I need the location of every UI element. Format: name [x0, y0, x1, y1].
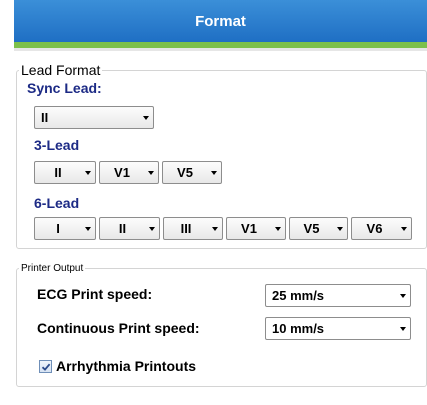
ecg-print-speed-dropdown[interactable]: 25 mm/s: [265, 284, 411, 307]
chevron-down-icon: [81, 171, 95, 175]
six-lead-value-4: V1: [241, 221, 257, 236]
six-lead-value-5: V5: [303, 221, 320, 236]
six-lead-dropdown-6[interactable]: V6: [351, 217, 412, 240]
checkmark-icon: [41, 363, 50, 371]
ecg-print-speed-label: ECG Print speed:: [37, 286, 153, 302]
chevron-down-icon: [81, 227, 95, 231]
arrhythmia-printouts-label[interactable]: Arrhythmia Printouts: [56, 358, 196, 374]
chevron-down-icon: [144, 171, 158, 175]
chevron-down-icon: [396, 327, 410, 331]
title-bar: Format: [14, 0, 427, 42]
three-lead-dropdown-2[interactable]: V1: [99, 161, 159, 184]
chevron-down-icon: [207, 171, 221, 175]
chevron-down-icon: [208, 227, 222, 231]
arrhythmia-printouts-checkbox[interactable]: [39, 360, 52, 373]
six-lead-label: 6-Lead: [34, 195, 80, 211]
sync-lead-value: II: [41, 110, 49, 125]
six-lead-value-1: I: [56, 221, 60, 236]
six-lead-dropdown-2[interactable]: II: [99, 217, 160, 240]
lead-format-legend: Lead Format: [21, 62, 101, 78]
three-lead-dropdown-3[interactable]: V5: [162, 161, 222, 184]
chevron-down-icon: [139, 116, 153, 120]
chevron-down-icon: [333, 227, 347, 231]
chevron-down-icon: [396, 294, 410, 298]
continuous-print-speed-label: Continuous Print speed:: [37, 320, 200, 336]
three-lead-value-3: V5: [177, 165, 193, 180]
sync-lead-dropdown[interactable]: II: [34, 106, 154, 129]
six-lead-value-6: V6: [366, 221, 383, 236]
continuous-print-speed-value: 10 mm/s: [272, 321, 325, 336]
three-lead-value-2: V1: [114, 165, 130, 180]
chevron-down-icon: [271, 227, 285, 231]
six-lead-dropdown-3[interactable]: III: [163, 217, 223, 240]
six-lead-value-2: II: [118, 221, 127, 236]
three-lead-value-1: II: [54, 165, 62, 180]
sync-lead-label: Sync Lead:: [27, 80, 102, 96]
printer-output-legend: Printer Output: [21, 263, 84, 274]
accent-divider: [14, 48, 427, 51]
six-lead-dropdown-1[interactable]: I: [34, 217, 96, 240]
page-title: Format: [195, 12, 246, 30]
three-lead-dropdown-1[interactable]: II: [34, 161, 96, 184]
chevron-down-icon: [145, 227, 159, 231]
six-lead-dropdown-5[interactable]: V5: [289, 217, 348, 240]
six-lead-dropdown-4[interactable]: V1: [226, 217, 286, 240]
chevron-down-icon: [397, 227, 411, 231]
continuous-print-speed-dropdown[interactable]: 10 mm/s: [265, 317, 411, 340]
three-lead-label: 3-Lead: [34, 137, 80, 153]
six-lead-value-3: III: [180, 221, 192, 236]
ecg-print-speed-value: 25 mm/s: [272, 288, 325, 303]
